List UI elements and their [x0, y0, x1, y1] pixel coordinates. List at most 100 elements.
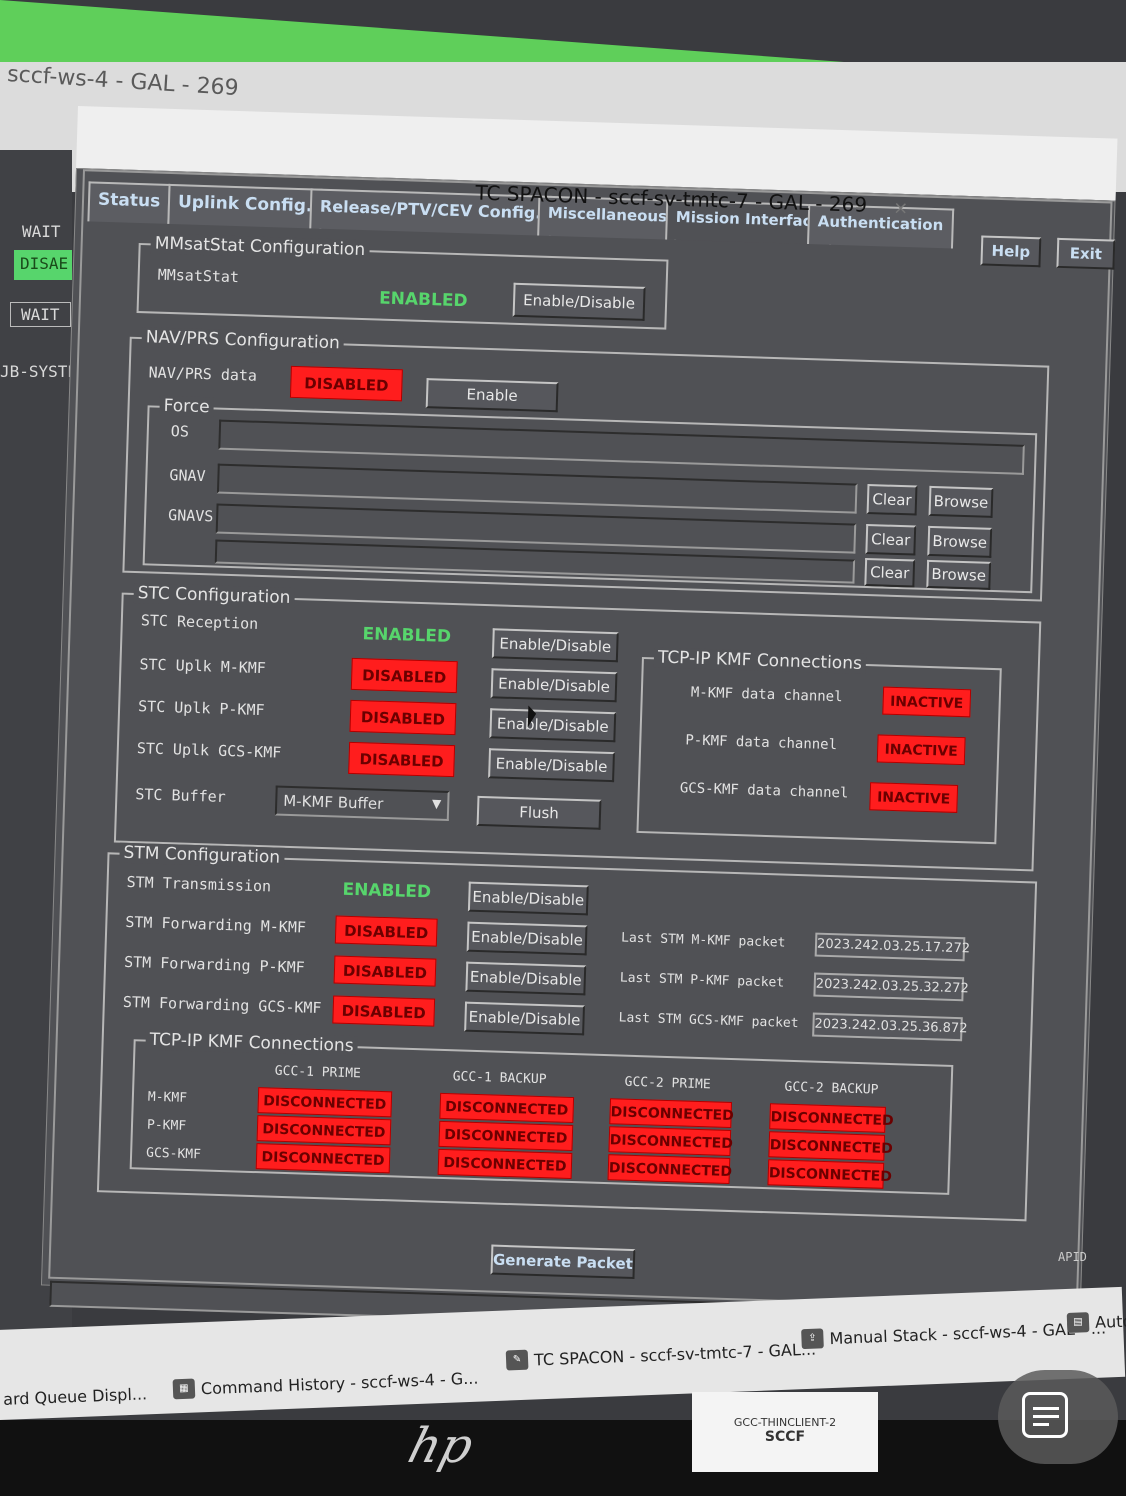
stc-reception-label: STC Reception — [140, 611, 259, 633]
taskbar-item-manual-stack[interactable]: ⇪ Manual Stack - sccf-ws-4 - GAL - ... — [801, 1317, 1107, 1350]
stc-uplk-pkmf-label: STC Uplk P-KMF — [137, 697, 265, 720]
stc-uplk-pkmf-status: DISABLED — [349, 699, 457, 736]
gcc1-prime-mkmf-status: DISCONNECTED — [257, 1087, 393, 1118]
stm-tcp-legend: TCP-IP KMF Connections — [145, 1029, 358, 1057]
navprs-legend: NAV/PRS Configuration — [141, 327, 345, 354]
taskbar-item-command-history[interactable]: ▦ Command History - sccf-ws-4 - G... — [172, 1368, 479, 1400]
mmsat-enable-disable-button[interactable]: Enable/Disable — [512, 282, 646, 321]
mmsat-legend: MMsatStat Configuration — [150, 233, 370, 261]
last-stm-mkmf-value: 2023.242.03.25.17.272 — [814, 932, 970, 962]
extra-browse-button[interactable]: Browse — [926, 559, 992, 590]
stm-fwd-gcskmf-label: STM Forwarding GCS-KMF — [122, 992, 322, 1018]
stc-uplk-pkmf-toggle-button[interactable]: Enable/Disable — [489, 708, 617, 743]
navprs-group: NAV/PRS Configuration NAV/PRS data DISAB… — [122, 327, 1050, 602]
exit-button[interactable]: Exit — [1056, 237, 1116, 270]
bg-wait-button[interactable]: WAIT — [10, 302, 71, 327]
stm-fwd-gcskmf-toggle-button[interactable]: Enable/Disable — [464, 1001, 586, 1036]
row-gcskmf: GCS-KMF — [145, 1145, 202, 1163]
stm-fwd-mkmf-status: DISABLED — [334, 915, 438, 947]
dialog-body: Status Uplink Config. Release/PTV/CEV Co… — [40, 167, 1116, 1332]
stc-uplk-mkmf-status: DISABLED — [350, 657, 458, 694]
pkmf-channel-status: INACTIVE — [876, 734, 966, 766]
monitor-screen: sccf-ws-4 - GAL - 269 WAIT DISAE WAIT JB… — [0, 0, 1126, 1420]
stm-transmission-toggle-button[interactable]: Enable/Disable — [467, 881, 589, 916]
taskbar-item-queue-label: ard Queue Displ... — [2, 1384, 148, 1409]
mmsat-group: MMsatStat Configuration MMsatStat ENABLE… — [136, 233, 669, 330]
stc-flush-button[interactable]: Flush — [476, 795, 602, 830]
stc-reception-toggle-button[interactable]: Enable/Disable — [491, 628, 619, 663]
gnav-label: GNAV — [169, 466, 206, 486]
bg-disabled-badge: DISAE — [14, 250, 72, 280]
scan-text-icon — [1022, 1392, 1068, 1438]
row-mkmf: M-KMF — [147, 1089, 188, 1106]
stm-tcp-group: TCP-IP KMF Connections GCC-1 PRIME GCC-1… — [129, 1029, 954, 1195]
sticker-line2: SCCF — [764, 1429, 806, 1445]
last-stm-pkmf-value: 2023.242.03.25.32.272 — [813, 972, 969, 1002]
tc-spacon-dialog: Status Uplink Config. Release/PTV/CEV Co… — [40, 106, 1123, 1332]
taskbar-item-manual-stack-label: Manual Stack - sccf-ws-4 - GAL - ... — [829, 1317, 1107, 1348]
mmsat-label: MMsatStat — [157, 265, 240, 287]
col-gcc1-prime: GCC-1 PRIME — [274, 1063, 362, 1082]
gcc1-backup-mkmf-status: DISCONNECTED — [439, 1092, 575, 1124]
stm-fwd-pkmf-label: STM Forwarding P-KMF — [123, 952, 305, 977]
stc-uplk-mkmf-toggle-button[interactable]: Enable/Disable — [490, 668, 618, 703]
asset-sticker: GCC-THINCLIENT-2 SCCF — [692, 1392, 878, 1472]
history-icon: ▦ — [172, 1378, 196, 1400]
stack-icon: ⇪ — [801, 1328, 824, 1350]
stm-fwd-mkmf-toggle-button[interactable]: Enable/Disable — [466, 921, 588, 956]
gnav-clear-button[interactable]: Clear — [866, 483, 918, 516]
gcskmf-channel-label: GCS-KMF data channel — [679, 780, 849, 802]
gnavs-browse-button[interactable]: Browse — [927, 525, 993, 558]
tab-status[interactable]: Status — [87, 181, 171, 224]
taskbar-item-queue[interactable]: ard Queue Displ... — [3, 1384, 148, 1409]
taskbar-item-auto[interactable]: ▤ Autom — [1066, 1310, 1126, 1333]
stm-fwd-mkmf-label: STM Forwarding M-KMF — [125, 912, 307, 937]
stc-buffer-value: M-KMF Buffer — [282, 791, 384, 813]
gnav-browse-button[interactable]: Browse — [928, 485, 994, 518]
gcc1-prime-pkmf-status: DISCONNECTED — [256, 1115, 392, 1146]
mkmf-channel-status: INACTIVE — [882, 686, 972, 718]
tab-uplink-config[interactable]: Uplink Config. — [167, 183, 323, 229]
taskbar-item-tc-spacon-label: TC SPACON - sccf-sv-tmtc-7 - GAL... — [533, 1339, 817, 1369]
last-stm-pkmf-label: Last STM P-KMF packet — [619, 970, 785, 991]
monitor-bezel — [0, 1420, 1126, 1496]
taskbar-item-command-history-label: Command History - sccf-ws-4 - G... — [200, 1368, 479, 1398]
col-gcc2-prime: GCC-2 PRIME — [624, 1074, 711, 1093]
pkmf-channel-label: P-KMF data channel — [685, 732, 838, 754]
stc-uplk-gcskmf-toggle-button[interactable]: Enable/Disable — [488, 748, 615, 783]
stc-tcp-group: TCP-IP KMF Connections M-KMF data channe… — [636, 647, 1002, 845]
window-icon: ▤ — [1066, 1312, 1090, 1333]
stm-group: STM Configuration STM Transmission ENABL… — [96, 842, 1038, 1222]
close-icon[interactable]: × — [893, 198, 909, 219]
gcc2-backup-pkmf-status: DISCONNECTED — [768, 1131, 893, 1161]
stc-group: STC Configuration STC Reception ENABLED … — [113, 582, 1042, 872]
minimize-icon[interactable]: – — [855, 196, 865, 217]
gcc2-backup-mkmf-status: DISCONNECTED — [769, 1103, 894, 1133]
mmsat-status: ENABLED — [378, 288, 468, 312]
stc-buffer-select[interactable]: M-KMF Buffer ▼ — [274, 785, 450, 821]
navprs-enable-button[interactable]: Enable — [425, 378, 559, 413]
stc-uplk-mkmf-label: STC Uplk M-KMF — [139, 655, 267, 678]
last-stm-gcskmf-value: 2023.242.03.25.36.872 — [812, 1012, 968, 1042]
help-button[interactable]: Help — [980, 235, 1042, 268]
gnavs-clear-button[interactable]: Clear — [865, 523, 917, 556]
extra-clear-button[interactable]: Clear — [864, 557, 916, 588]
stc-reception-status: ENABLED — [362, 624, 452, 647]
gcc2-prime-mkmf-status: DISCONNECTED — [609, 1098, 734, 1129]
gnavs-label: GNAVS — [167, 506, 214, 526]
mouse-cursor-icon — [527, 705, 537, 728]
navprs-label: NAV/PRS data — [148, 363, 258, 385]
stc-legend: STC Configuration — [133, 582, 295, 609]
tab-panel: Status Uplink Config. Release/PTV/CEV Co… — [48, 169, 1116, 1332]
col-gcc2-backup: GCC-2 BACKUP — [784, 1079, 879, 1098]
stm-transmission-status: ENABLED — [342, 879, 432, 903]
apid-label: APID — [1058, 1250, 1087, 1264]
sticker-line1: GCC-THINCLIENT-2 — [733, 1416, 837, 1429]
gcc1-prime-gcskmf-status: DISCONNECTED — [255, 1143, 391, 1174]
stm-fwd-gcskmf-status: DISABLED — [332, 995, 436, 1027]
generate-packet-button[interactable]: Generate Packet — [490, 1244, 636, 1280]
navprs-status: DISABLED — [289, 365, 403, 402]
taskbar-item-tc-spacon[interactable]: ✎ TC SPACON - sccf-sv-tmtc-7 - GAL... — [505, 1339, 817, 1371]
stm-fwd-pkmf-toggle-button[interactable]: Enable/Disable — [465, 961, 587, 996]
col-gcc1-backup: GCC-1 BACKUP — [452, 1069, 547, 1088]
